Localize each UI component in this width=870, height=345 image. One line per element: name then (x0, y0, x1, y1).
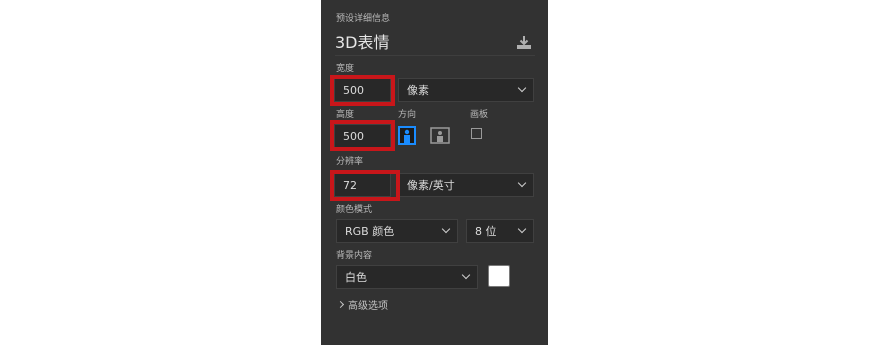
chevron-right-icon (336, 300, 345, 309)
color-mode-select[interactable]: RGB 颜色 (336, 219, 458, 243)
background-color-swatch[interactable] (488, 265, 510, 287)
width-unit-value: 像素 (407, 84, 429, 97)
resolution-label: 分辨率 (336, 157, 364, 167)
bit-depth-select[interactable]: 8 位 (466, 219, 534, 243)
landscape-orientation-icon[interactable] (430, 126, 450, 145)
advanced-options-label: 高级选项 (348, 301, 388, 312)
preset-name[interactable]: 3D表情 (335, 34, 390, 52)
portrait-orientation-icon[interactable] (398, 126, 416, 145)
color-mode-value: RGB 颜色 (345, 225, 395, 238)
orientation-label: 方向 (398, 110, 417, 120)
width-label: 宽度 (336, 64, 355, 74)
resolution-highlight-box (330, 170, 400, 201)
artboard-label: 画板 (470, 110, 489, 120)
resolution-unit-select[interactable]: 像素/英寸 (398, 173, 534, 197)
resolution-unit-value: 像素/英寸 (407, 179, 455, 192)
artboard-checkbox[interactable] (471, 128, 482, 139)
background-contents-label: 背景内容 (336, 251, 373, 261)
width-highlight-box (330, 75, 395, 106)
color-mode-label: 颜色模式 (336, 205, 373, 215)
chevron-down-icon (461, 270, 471, 280)
preset-details-header: 预设详细信息 (336, 14, 391, 24)
advanced-options-toggle[interactable]: 高级选项 (336, 297, 388, 312)
download-icon[interactable] (515, 35, 533, 51)
chevron-down-icon (517, 178, 527, 188)
background-contents-select[interactable]: 白色 (336, 265, 478, 289)
chevron-down-icon (517, 83, 527, 93)
bit-depth-value: 8 位 (475, 225, 497, 238)
chevron-down-icon (517, 224, 527, 234)
height-highlight-box (330, 120, 395, 151)
background-contents-value: 白色 (345, 271, 367, 284)
chevron-down-icon (441, 224, 451, 234)
height-label: 高度 (336, 110, 355, 120)
width-unit-select[interactable]: 像素 (398, 78, 534, 102)
preset-name-underline (335, 55, 535, 56)
